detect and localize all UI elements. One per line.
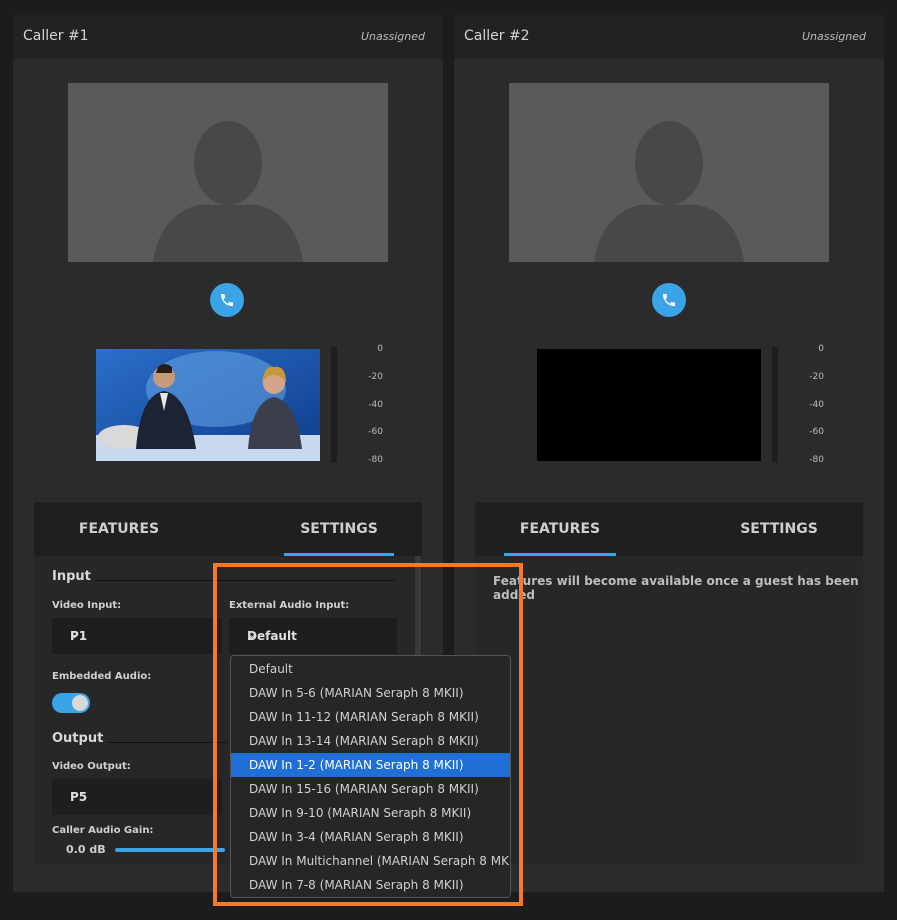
caller-1-call-button[interactable] (210, 283, 244, 317)
tab-features[interactable]: FEATURES (54, 502, 184, 556)
caller-2-header: Caller #2 Unassigned (454, 15, 884, 59)
dropdown-option[interactable]: DAW In 11-12 (MARIAN Seraph 8 MKII) (231, 705, 510, 729)
caller-audio-gain-slider[interactable] (115, 848, 225, 852)
dropdown-option[interactable]: Default (231, 657, 510, 681)
meter-label: -40 (368, 400, 383, 410)
video-output-label: Video Output: (52, 761, 131, 772)
external-audio-select[interactable]: Default ⌄ (229, 618, 397, 654)
dropdown-option[interactable]: DAW In 5-6 (MARIAN Seraph 8 MKII) (231, 681, 510, 705)
dropdown-option[interactable]: DAW In Multichannel (MARIAN Seraph 8 MKI… (231, 849, 510, 873)
caller-2-panel: Caller #2 Unassigned 0 -20 -40 -60 -80 F… (454, 15, 884, 892)
output-divider (107, 742, 227, 743)
caller-audio-gain-value: 0.0 dB (66, 843, 106, 856)
tab-settings[interactable]: SETTINGS (715, 502, 843, 556)
chevron-down-icon: ⌄ (70, 628, 80, 641)
dropdown-option-selected[interactable]: DAW In 1-2 (MARIAN Seraph 8 MKII) (231, 753, 510, 777)
video-input-label: Video Input: (52, 600, 122, 611)
tab-settings[interactable]: SETTINGS (284, 502, 394, 556)
toggle-knob (72, 695, 88, 711)
dropdown-option[interactable]: DAW In 7-8 (MARIAN Seraph 8 MKII) (231, 873, 510, 897)
dropdown-option[interactable]: DAW In 3-4 (MARIAN Seraph 8 MKII) (231, 825, 510, 849)
features-panel (475, 556, 863, 865)
meter-label: 0 (377, 344, 383, 354)
caller-2-video-preview (537, 349, 761, 461)
external-audio-label: External Audio Input: (229, 600, 350, 611)
phone-icon (221, 294, 233, 306)
chevron-down-icon: ⌄ (247, 628, 257, 641)
features-message: Features will become available once a gu… (493, 574, 859, 602)
caller-1-status: Unassigned (361, 30, 425, 43)
caller-2-title: Caller #2 (464, 28, 530, 44)
phone-icon (663, 294, 675, 306)
caller-2-tabs: FEATURES SETTINGS (475, 502, 863, 556)
meter-label: -20 (809, 372, 824, 382)
caller-1-title: Caller #1 (23, 28, 89, 44)
tab-features[interactable]: FEATURES (504, 502, 616, 556)
input-heading: Input (52, 569, 91, 584)
person-silhouette-icon (594, 121, 744, 262)
caller-1-tabs: FEATURES SETTINGS (34, 502, 422, 556)
external-audio-dropdown-list: Default DAW In 5-6 (MARIAN Seraph 8 MKII… (230, 655, 511, 898)
caller-2-call-button[interactable] (652, 283, 686, 317)
output-heading: Output (52, 731, 104, 746)
caller-audio-gain-label: Caller Audio Gain: (52, 825, 154, 836)
meter-label: -40 (809, 400, 824, 410)
caller-1-avatar (68, 83, 388, 262)
caller-2-avatar (509, 83, 829, 262)
dropdown-option[interactable]: DAW In 15-16 (MARIAN Seraph 8 MKII) (231, 777, 510, 801)
video-input-select[interactable]: P1 ⌄ (52, 618, 222, 654)
caller-1-header: Caller #1 Unassigned (13, 15, 443, 59)
dropdown-option[interactable]: DAW In 13-14 (MARIAN Seraph 8 MKII) (231, 729, 510, 753)
meter-label: 0 (818, 344, 824, 354)
caller-2-audio-meter (772, 347, 778, 463)
dropdown-option[interactable]: DAW In 9-10 (MARIAN Seraph 8 MKII) (231, 801, 510, 825)
meter-label: -60 (368, 427, 383, 437)
meter-label: -80 (368, 455, 383, 465)
meter-label: -60 (809, 427, 824, 437)
person-silhouette-icon (153, 121, 303, 262)
video-output-value: P5 (70, 790, 88, 804)
caller-2-status: Unassigned (802, 30, 866, 43)
embedded-audio-label: Embedded Audio: (52, 671, 152, 682)
caller-1-video-preview (96, 349, 320, 461)
embedded-audio-toggle[interactable] (52, 693, 90, 713)
caller-1-audio-meter (331, 347, 337, 463)
meter-label: -80 (809, 455, 824, 465)
meter-label: -20 (368, 372, 383, 382)
input-divider (95, 580, 395, 581)
video-output-select[interactable]: P5 (52, 779, 222, 815)
